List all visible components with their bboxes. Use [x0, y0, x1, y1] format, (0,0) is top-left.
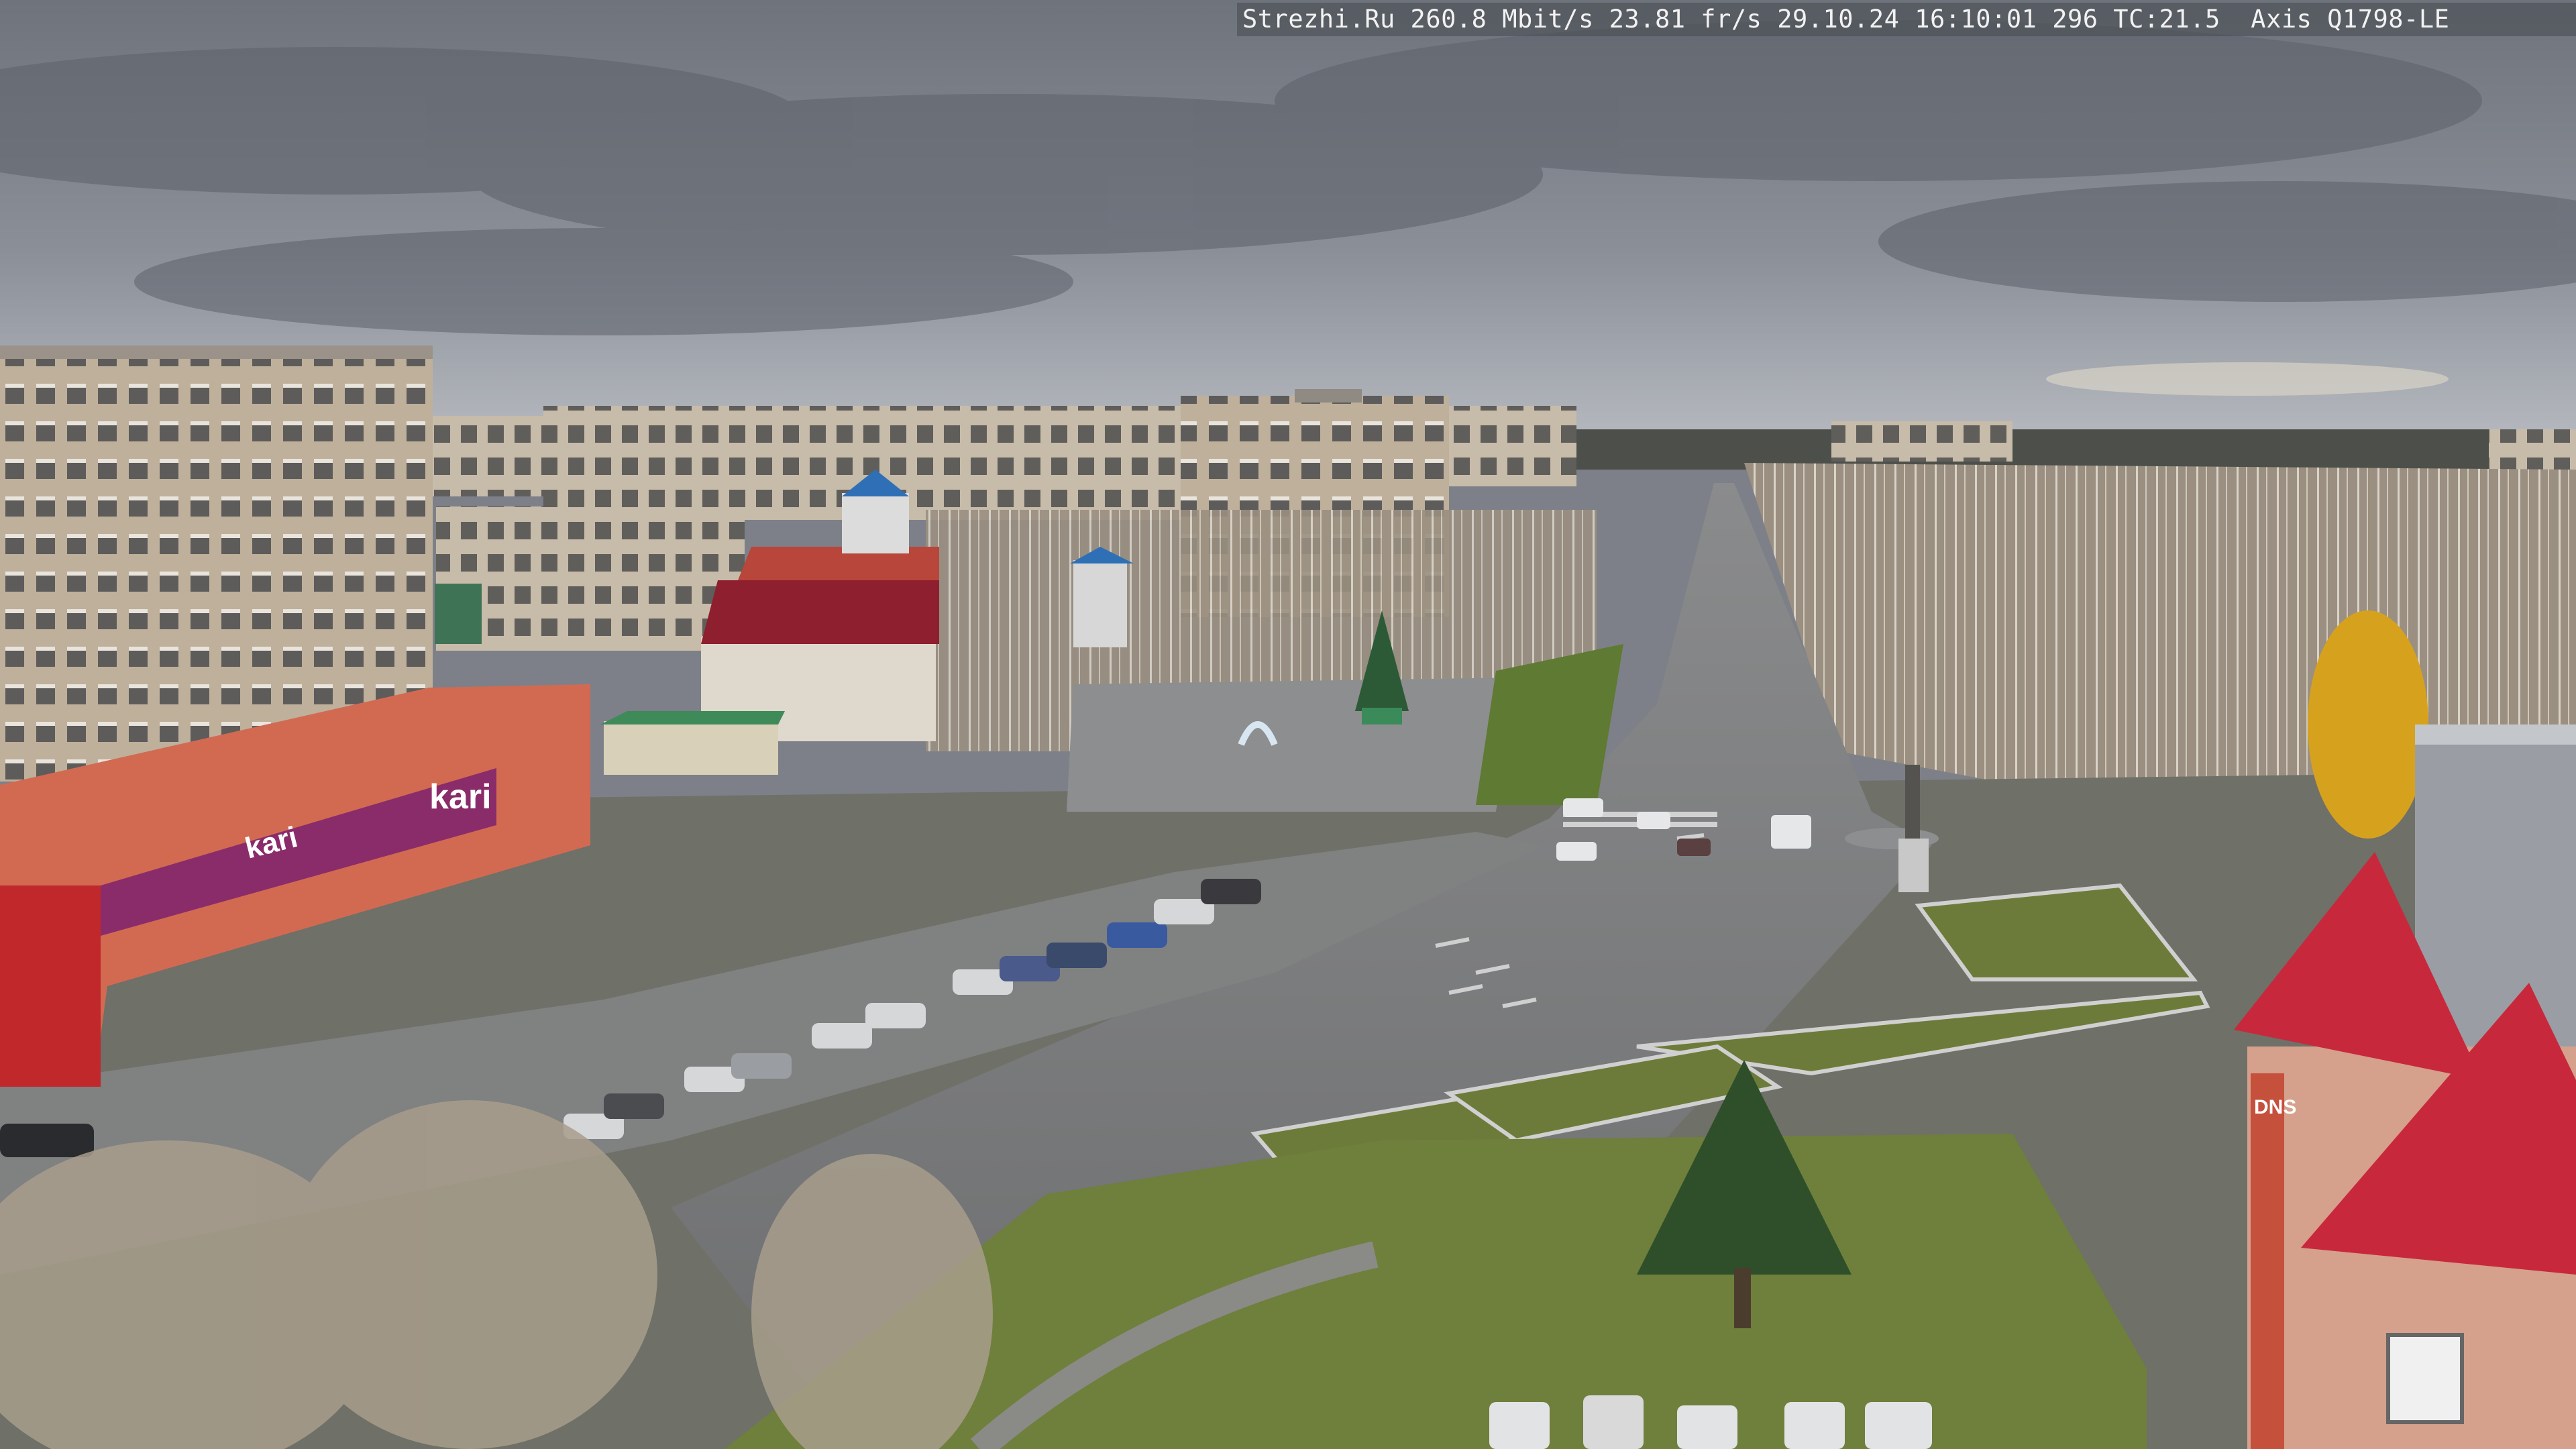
osd-camera-model: Axis Q1798-LE: [2251, 5, 2450, 34]
monument-statue: [1905, 765, 1920, 839]
osd-time: 16:10:01: [1915, 5, 2037, 34]
dns-window: [2386, 1333, 2464, 1424]
dns-sign-panel: [2251, 1073, 2284, 1449]
osd-tc: TC:21.5: [2113, 5, 2220, 34]
monument-pedestal: [1898, 839, 1929, 892]
camera-osd-overlay: Strezhi.Ru 260.8 Mbit/s 23.81 fr/s 29.10…: [1237, 3, 2576, 36]
far-building-right: [1831, 421, 2012, 462]
dark-red-roof: [701, 580, 939, 644]
yellow-autumn-tree: [2308, 610, 2428, 839]
blue-roof-tower: [842, 493, 909, 553]
far-building-edge: [2489, 429, 2576, 470]
building-midleft: [436, 506, 745, 651]
distant-forest: [1576, 429, 2576, 470]
osd-framerate: 23.81 fr/s: [1609, 5, 1762, 34]
pine-trunk: [1734, 1268, 1751, 1328]
apartment-roof-left: [0, 345, 433, 359]
webcam-scene: kari kari DNS: [0, 0, 2576, 1449]
dns-logo: DNS: [2254, 1096, 2296, 1118]
green-roof-kiosk: [604, 721, 778, 775]
kari-logo: kari: [429, 777, 492, 816]
osd-site: Strezhi.Ru: [1242, 5, 1395, 34]
central-plaza: [1067, 678, 1516, 812]
apartment-block-center: [1449, 406, 1576, 486]
green-small-building: [435, 584, 482, 644]
tower-roof: [1295, 389, 1362, 402]
blue-roof-building: [1073, 560, 1127, 647]
osd-bitrate: 260.8 Mbit/s: [1410, 5, 1594, 34]
grey-building-roof: [2415, 724, 2576, 745]
sky-light-patch: [2046, 362, 2449, 396]
osd-date: 29.10.24: [1777, 5, 1900, 34]
green-roof: [600, 711, 785, 724]
red-corner-facade: [0, 885, 101, 1087]
osd-frame-count: 296: [2052, 5, 2098, 34]
christmas-tree-base: [1362, 708, 1402, 724]
